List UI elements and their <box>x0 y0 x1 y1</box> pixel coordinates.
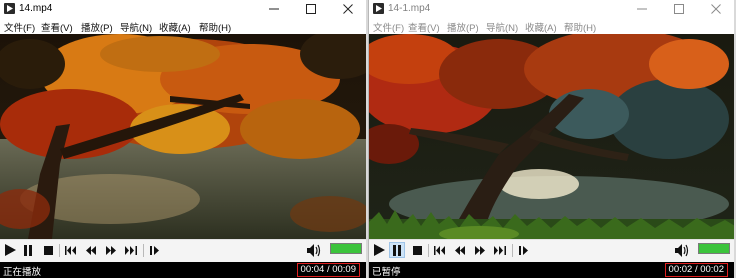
player-window-2: 14-1.mp4 文件(F) 查看(V) 播放(P) 导航(N) 收藏(A) 帮… <box>368 0 734 278</box>
close-icon <box>343 3 353 14</box>
menu-play[interactable]: 播放(P) <box>81 20 113 34</box>
minimize-button[interactable] <box>256 0 292 17</box>
maximize-button[interactable] <box>293 0 329 17</box>
media-player-icon <box>373 3 384 14</box>
skip-back-button[interactable] <box>63 242 79 258</box>
play-button[interactable] <box>2 242 18 258</box>
skip-back-icon <box>65 245 76 255</box>
menu-bar: 文件(F) 查看(V) 播放(P) 导航(N) 收藏(A) 帮助(H) <box>0 18 366 34</box>
close-icon <box>711 3 721 14</box>
window-title: 14-1.mp4 <box>388 3 431 14</box>
video-frame[interactable] <box>0 34 366 239</box>
maximize-icon <box>306 3 316 14</box>
video-frame[interactable] <box>369 34 734 239</box>
fast-forward-button[interactable] <box>103 242 119 258</box>
play-button[interactable] <box>371 242 387 258</box>
playback-controls <box>0 239 366 262</box>
minimize-icon <box>637 8 647 9</box>
menu-file[interactable]: 文件(F) <box>4 20 35 34</box>
skip-forward-button[interactable] <box>492 242 508 258</box>
time-display: 00:02 / 00:02 <box>664 263 728 277</box>
pause-icon <box>24 244 32 256</box>
rewind-icon <box>455 245 465 255</box>
skip-forward-button[interactable] <box>123 242 139 258</box>
playback-status: 已暂停 <box>372 267 401 278</box>
stop-icon <box>412 245 422 255</box>
pause-button[interactable] <box>20 242 36 258</box>
skip-back-button[interactable] <box>432 242 448 258</box>
frame-step-button[interactable] <box>516 242 532 258</box>
separator <box>428 244 429 257</box>
title-bar[interactable]: 14-1.mp4 <box>369 0 734 17</box>
menu-favorites[interactable]: 收藏(A) <box>525 20 557 34</box>
fast-forward-button[interactable] <box>472 242 488 258</box>
speaker-icon <box>675 243 689 257</box>
menu-navigate[interactable]: 导航(N) <box>486 20 518 34</box>
fast-forward-icon <box>106 245 116 255</box>
close-button[interactable] <box>698 0 734 17</box>
menu-view[interactable]: 查看(V) <box>41 20 73 34</box>
title-bar[interactable]: 14.mp4 <box>0 0 366 17</box>
menu-file[interactable]: 文件(F) <box>373 20 404 34</box>
menu-bar: 文件(F) 查看(V) 播放(P) 导航(N) 收藏(A) 帮助(H) <box>369 18 734 34</box>
skip-back-icon <box>434 245 445 255</box>
separator <box>512 244 513 257</box>
minimize-button[interactable] <box>624 0 660 17</box>
separator <box>143 244 144 257</box>
menu-help[interactable]: 帮助(H) <box>564 20 596 34</box>
mute-button[interactable] <box>306 242 322 258</box>
rewind-icon <box>86 245 96 255</box>
maximize-icon <box>674 3 684 14</box>
minimize-icon <box>269 8 279 9</box>
frame-step-icon <box>150 245 159 255</box>
status-bar: 正在播放 00:04 / 00:09 <box>0 262 366 278</box>
video-image <box>0 34 366 239</box>
stop-button[interactable] <box>409 242 425 258</box>
menu-play[interactable]: 播放(P) <box>447 20 479 34</box>
play-icon <box>374 244 385 256</box>
speaker-icon <box>307 243 321 257</box>
time-display: 00:04 / 00:09 <box>296 263 360 277</box>
menu-view[interactable]: 查看(V) <box>408 20 440 34</box>
fast-forward-icon <box>475 245 485 255</box>
playback-status: 正在播放 <box>3 267 42 278</box>
status-bar: 已暂停 00:02 / 00:02 <box>369 262 734 278</box>
pause-icon <box>393 244 401 256</box>
rewind-button[interactable] <box>83 242 99 258</box>
skip-forward-icon <box>494 245 506 255</box>
media-player-icon <box>4 3 15 14</box>
skip-forward-icon <box>125 245 137 255</box>
player-window-1: 14.mp4 文件(F) 查看(V) 播放(P) 导航(N) 收藏(A) 帮助(… <box>0 0 366 278</box>
frame-step-icon <box>519 245 528 255</box>
maximize-button[interactable] <box>661 0 697 17</box>
menu-favorites[interactable]: 收藏(A) <box>159 20 191 34</box>
volume-slider[interactable] <box>698 243 730 254</box>
menu-help[interactable]: 帮助(H) <box>199 20 231 34</box>
playback-controls <box>369 239 734 262</box>
separator <box>59 244 60 257</box>
volume-slider[interactable] <box>330 243 362 254</box>
menu-navigate[interactable]: 导航(N) <box>120 20 152 34</box>
stop-icon <box>43 245 53 255</box>
play-icon <box>5 244 16 256</box>
close-button[interactable] <box>330 0 366 17</box>
frame-step-button[interactable] <box>147 242 163 258</box>
video-image <box>369 34 734 239</box>
stop-button[interactable] <box>40 242 56 258</box>
window-title: 14.mp4 <box>19 3 53 14</box>
rewind-button[interactable] <box>452 242 468 258</box>
pause-button[interactable] <box>389 242 405 258</box>
mute-button[interactable] <box>674 242 690 258</box>
